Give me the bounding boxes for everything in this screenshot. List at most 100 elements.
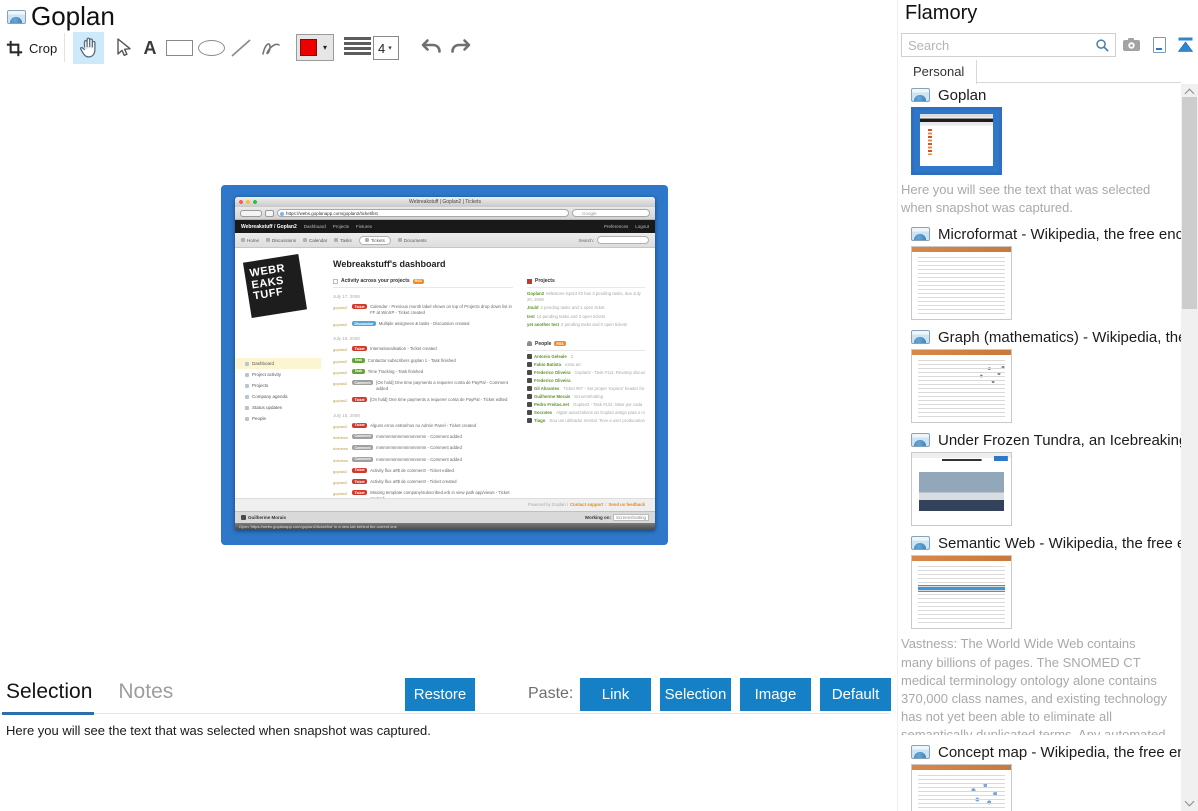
snapshot-list: Goplan Here you will see the text that w… [898,84,1181,811]
crop-button[interactable]: Crop [6,32,57,64]
tab-selection[interactable]: Selection [6,680,92,704]
scroll-down-icon[interactable] [1181,795,1198,811]
activity-entry: goplan2 Task Contactar subscribers gopla… [333,356,513,367]
current-color-swatch [300,39,317,56]
activity-project: goplan2 [333,423,348,429]
list-item[interactable]: Goplan Here you will see the text that w… [898,86,1181,217]
divider [0,713,890,714]
menu-icon [245,372,249,377]
list-item-header[interactable]: Semantic Web - Wikipedia, the free encyc… [911,534,1181,552]
snapshot-thumbnail[interactable] [911,107,1002,175]
select-tool-button[interactable] [106,32,137,64]
list-item-header[interactable]: Microformat - Wikipedia, the free encycl… [911,225,1181,243]
activity-text: Multiple assignees & tasks - Discussion … [378,321,470,327]
activity-badge: Ticket [352,346,368,352]
paste-selection-button[interactable]: Selection [660,678,731,711]
line-tool-button[interactable] [227,32,255,64]
project-row: Jnuld 2 pending tasks and 1 open ticket [527,305,605,311]
captured-tab-label: Calendar [309,237,328,243]
stroke-width-value: 4 [378,40,386,56]
new-note-button[interactable] [1148,35,1170,54]
avatar [527,417,532,423]
captured-page-body: WEBR EAKS TUFF Dashboard Project activity… [235,248,655,498]
tab-notes[interactable]: Notes [118,680,173,704]
list-item[interactable]: Microformat - Wikipedia, the free encycl… [898,225,1181,321]
menu-icon [245,416,249,421]
scrollbar[interactable] [1181,84,1198,811]
redo-button[interactable] [447,32,475,64]
ellipse-tool-button[interactable] [196,32,227,64]
list-item-title: Under Frozen Tundra, an Icebreaking Ship… [938,431,1181,449]
captured-search-field: Google [572,209,650,217]
paste-link-button[interactable]: Link [580,678,651,711]
list-item[interactable]: Semantic Web - Wikipedia, the free encyc… [898,534,1181,736]
scrollbar-thumb[interactable] [1182,97,1197,309]
captured-tab: Documents [397,238,427,243]
text-tool-button[interactable]: A [138,32,162,64]
list-item-title: Concept map - Wikipedia, the free encycl… [938,743,1181,761]
captured-window-title: Webreakstuff | Goplan2 | Tickets [409,199,481,205]
captured-top-nav-right: Preferences Logout [604,224,649,229]
pan-tool-button[interactable] [73,32,104,64]
activity-text: Internationalisation - Ticket created [370,346,437,352]
snapshot-thumbnail[interactable] [911,555,1012,630]
crop-label: Crop [29,40,58,56]
working-on-label: Working on: [584,515,611,520]
color-picker[interactable]: ▾ [296,34,334,61]
activity-badge: Ticket [352,304,368,309]
list-item-header[interactable]: Concept map - Wikipedia, the free encycl… [911,743,1181,761]
collapse-panel-button[interactable] [1174,35,1196,54]
captured-tab: Discussions [266,238,296,243]
document-icon [1152,36,1166,53]
activity-entry: goplan2 Discussion Multiple assignees & … [333,319,513,330]
activity-entry: July 16, 2008 [333,336,513,344]
activity-text: Contactar subscribers goplan 1 - Task fi… [367,357,456,363]
paste-default-button[interactable]: Default [820,678,891,711]
toolbar-separator [64,33,65,62]
tab-icon [303,238,308,242]
active-tab-underline [2,712,94,715]
avatar [527,401,532,407]
captured-footer: Powered by Goplan / Contact support / Send … [235,498,655,511]
rectangle-tool-button[interactable] [163,32,195,64]
avatar [527,353,532,359]
captured-tabs: Home Discussions Calendar Tasks Tickets Docum… [241,235,427,245]
list-item[interactable]: Concept map - Wikipedia, the free encycl… [898,743,1181,811]
project-row: test 14 pending tasks and 3 open tickets [527,313,606,319]
restore-button[interactable]: Restore [405,678,475,711]
snapshot-thumbnail[interactable] [911,452,1012,527]
list-item[interactable]: Graph (mathematics) - Wikipedia, the fre… [898,328,1181,424]
editor-canvas[interactable]: Webreakstuff | Goplan2 | Tickets https:/… [0,66,897,672]
activity-entry: goplan2 Ticket Activity flux a#$ de comm… [333,477,513,488]
activity-badge: Comment [352,380,374,386]
paste-image-button[interactable]: Image [740,678,811,711]
activity-project: goplan2 [333,468,348,474]
search-input[interactable] [902,34,1082,56]
tab-personal[interactable]: Personal [901,60,978,84]
activity-entry: goplan2 Comment [On hold] One time payme… [333,378,513,395]
snapshot-thumbnail[interactable] [911,246,1012,321]
people-header: People [535,340,552,347]
search-box[interactable] [901,33,1116,57]
rss-badge: RSS [554,341,566,347]
snapshot-thumbnail[interactable] [911,764,1012,811]
snapshot-thumbnail[interactable] [911,349,1012,424]
captured-app-navbar: Webreakstuff / Goplan2 Dashboard Projects… [235,220,655,233]
list-item-caption: Here you will see the text that was sele… [901,182,1151,216]
list-item-header[interactable]: Under Frozen Tundra, an Icebreaking Ship… [911,431,1181,449]
freehand-tool-button[interactable] [256,32,285,64]
stroke-width-select[interactable]: 4 ▾ [373,36,399,60]
capture-screenshot-button[interactable] [1120,35,1142,54]
list-item-header[interactable]: Goplan [911,86,1181,104]
list-item[interactable]: Under Frozen Tundra, an Icebreaking Ship… [898,431,1181,527]
activity-date: July 17, 2008 [333,294,360,299]
redo-icon [451,39,471,53]
captured-nav-item: Projects [332,224,350,229]
list-item-header[interactable]: Graph (mathematics) - Wikipedia, the fre… [911,328,1181,346]
snapshot-app-icon [911,433,930,448]
captured-menu-item: Company agenda [235,391,321,402]
flamory-sidebar: Flamory Personal Goplan [897,0,1198,811]
undo-button[interactable] [417,32,445,64]
camera-icon [1122,38,1140,51]
captured-menu-item: People [235,413,321,424]
